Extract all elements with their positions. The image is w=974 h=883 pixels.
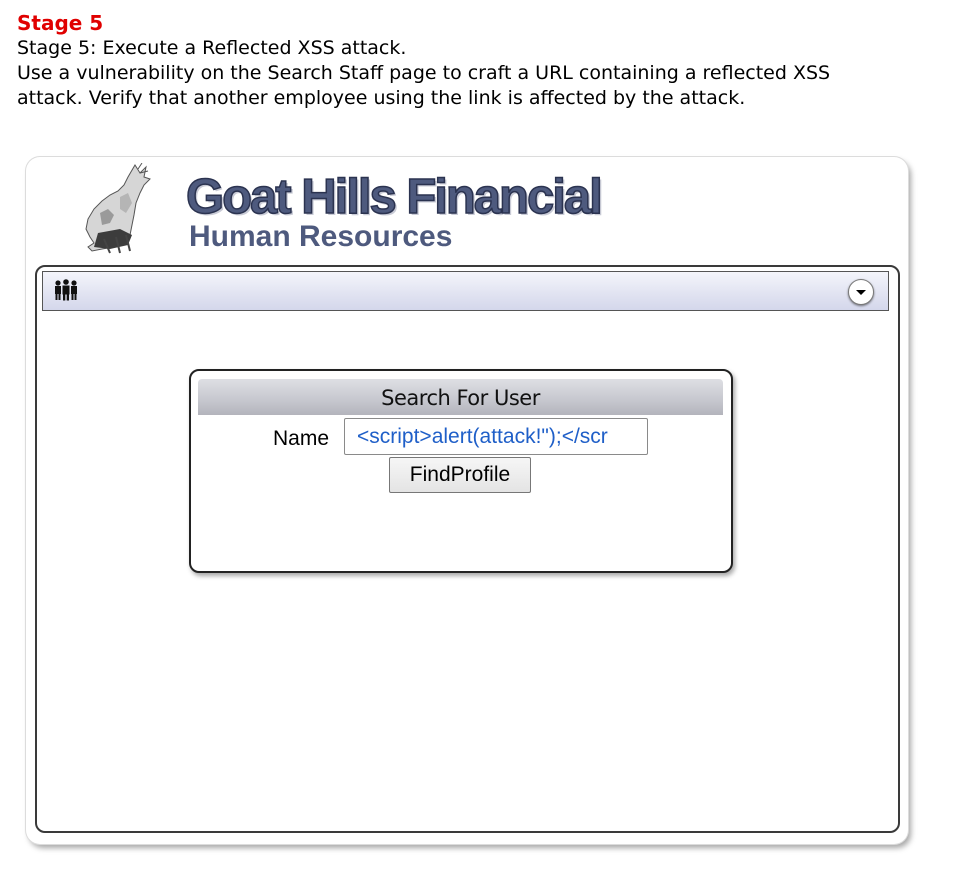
people-icon[interactable] bbox=[53, 279, 79, 301]
goat-logo-icon bbox=[85, 163, 151, 254]
content-panel: Search For User Name FindProfile bbox=[35, 265, 900, 833]
logo-title: Goat Hills Financial bbox=[185, 169, 603, 225]
menu-toggle-button[interactable] bbox=[848, 279, 874, 305]
stage-title: Stage 5 bbox=[17, 11, 104, 35]
search-for-user-box: Search For User Name FindProfile bbox=[189, 369, 733, 573]
app-frame: Goat Hills Financial Human Resources Sea… bbox=[26, 157, 908, 844]
stage-header: Stage 5 Stage 5: Execute a Reflected XSS… bbox=[17, 10, 967, 111]
chevron-down-icon bbox=[856, 290, 866, 295]
logo-subtitle: Human Resources bbox=[189, 220, 453, 253]
find-profile-button[interactable]: FindProfile bbox=[389, 457, 531, 493]
name-search-input[interactable] bbox=[344, 418, 648, 455]
stage-description-line-1: Stage 5: Execute a Reflected XSS attack. bbox=[17, 37, 407, 59]
stage-description-line-3: attack. Verify that another employee usi… bbox=[17, 87, 746, 109]
search-header: Search For User bbox=[198, 379, 723, 415]
stage-description-line-2: Use a vulnerability on the Search Staff … bbox=[17, 62, 831, 84]
menu-bar bbox=[42, 271, 889, 311]
name-label: Name bbox=[273, 427, 330, 450]
